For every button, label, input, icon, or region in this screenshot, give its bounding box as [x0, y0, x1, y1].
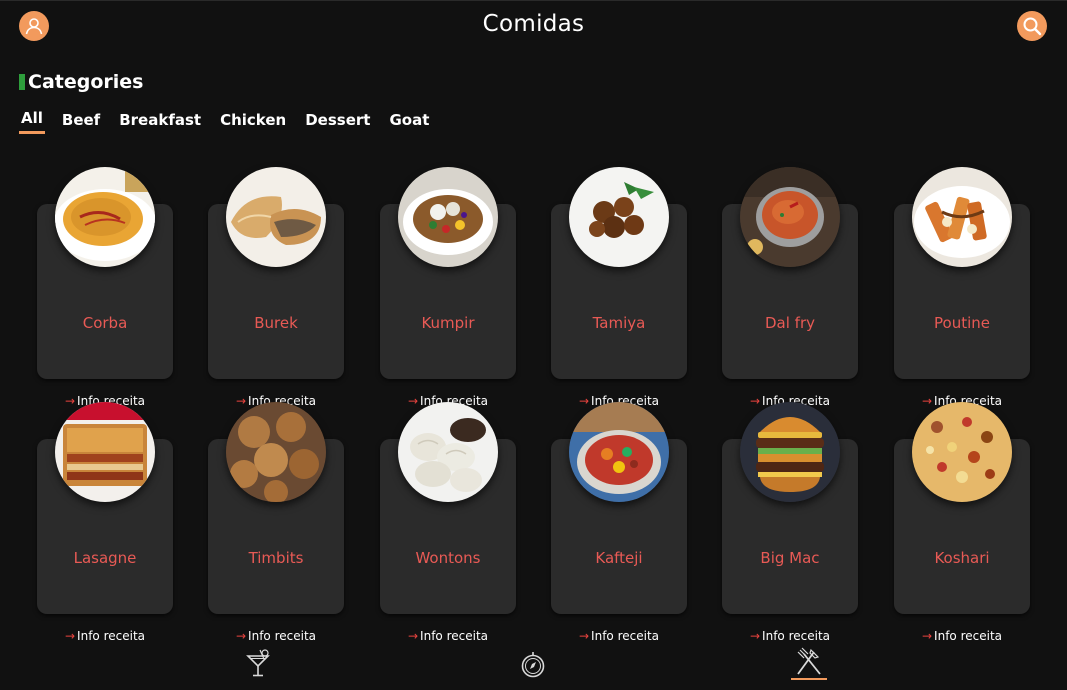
recipe-image [912, 167, 1012, 267]
category-tabs: All Beef Breakfast Chicken Dessert Goat [19, 109, 446, 134]
nav-drinks[interactable] [240, 646, 276, 686]
info-link[interactable]: → Info receita [551, 629, 687, 643]
recipe-card-lasagne[interactable]: Lasagne → Info receita [37, 402, 173, 643]
arrow-right-icon: → [64, 629, 76, 643]
info-link-label: Info receita [934, 629, 1002, 643]
recipe-card-burek[interactable]: Burek → Info receita [208, 167, 344, 408]
recipe-image [55, 167, 155, 267]
info-link-label: Info receita [420, 629, 488, 643]
categories-title: Categories [28, 71, 144, 93]
recipe-image [569, 167, 669, 267]
recipe-image [398, 402, 498, 502]
recipe-card-dal-fry[interactable]: Dal fry → Info receita [722, 167, 858, 408]
app-screen: Comidas Categories All Beef Breakfast Ch… [0, 0, 1067, 690]
compass-icon [521, 652, 545, 678]
cocktail-icon [246, 649, 270, 677]
recipe-name: Tamiya [592, 314, 646, 332]
recipe-card-kafteji[interactable]: Kafteji → Info receita [551, 402, 687, 643]
recipe-card-koshari[interactable]: Koshari → Info receita [894, 402, 1030, 643]
recipe-name: Dal fry [764, 314, 815, 332]
info-link-label: Info receita [248, 629, 316, 643]
recipe-name: Kumpir [421, 314, 475, 332]
info-link[interactable]: → Info receita [208, 629, 344, 643]
arrow-right-icon: → [235, 629, 247, 643]
info-link-label: Info receita [591, 629, 659, 643]
recipe-image [912, 402, 1012, 502]
recipe-card-poutine[interactable]: Poutine → Info receita [894, 167, 1030, 408]
recipe-image [55, 402, 155, 502]
tab-chicken[interactable]: Chicken [218, 111, 288, 134]
recipe-card-timbits[interactable]: Timbits → Info receita [208, 402, 344, 643]
recipe-name: Lasagne [73, 549, 137, 567]
active-nav-indicator [791, 678, 827, 680]
arrow-right-icon: → [921, 629, 933, 643]
search-button[interactable] [1017, 11, 1047, 41]
recipe-image [226, 167, 326, 267]
recipe-card-corba[interactable]: Corba → Info receita [37, 167, 173, 408]
tab-beef[interactable]: Beef [60, 111, 102, 134]
bottom-navigation [0, 646, 1067, 690]
page-title: Comidas [482, 11, 585, 37]
recipe-image [740, 167, 840, 267]
recipe-name: Timbits [248, 549, 304, 567]
info-link[interactable]: → Info receita [380, 629, 516, 643]
recipe-name: Poutine [934, 314, 990, 332]
section-marker [19, 74, 25, 90]
info-link[interactable]: → Info receita [37, 629, 173, 643]
categories-header: Categories [19, 71, 143, 93]
tab-all[interactable]: All [19, 109, 45, 134]
recipe-name: Kafteji [595, 549, 643, 567]
recipe-image [398, 167, 498, 267]
recipe-name: Big Mac [760, 549, 820, 567]
info-link-label: Info receita [762, 629, 830, 643]
fork-knife-icon [797, 647, 821, 675]
tab-dessert[interactable]: Dessert [303, 111, 372, 134]
arrow-right-icon: → [578, 629, 590, 643]
recipe-card-wontons[interactable]: Wontons → Info receita [380, 402, 516, 643]
search-icon [1023, 17, 1042, 36]
arrow-right-icon: → [749, 629, 761, 643]
recipe-name: Burek [254, 314, 298, 332]
recipe-name: Koshari [934, 549, 990, 567]
nav-foods[interactable] [791, 646, 827, 686]
tab-breakfast[interactable]: Breakfast [117, 111, 203, 134]
info-link-label: Info receita [77, 629, 145, 643]
tab-goat[interactable]: Goat [387, 111, 431, 134]
recipe-card-kumpir[interactable]: Kumpir → Info receita [380, 167, 516, 408]
recipe-image [226, 402, 326, 502]
info-link[interactable]: → Info receita [894, 629, 1030, 643]
recipe-image [569, 402, 669, 502]
nav-explore[interactable] [515, 646, 551, 686]
recipe-card-tamiya[interactable]: Tamiya → Info receita [551, 167, 687, 408]
arrow-right-icon: → [407, 629, 419, 643]
recipe-name: Corba [82, 314, 128, 332]
recipe-card-big-mac[interactable]: Big Mac → Info receita [722, 402, 858, 643]
recipe-image [740, 402, 840, 502]
recipe-name: Wontons [415, 549, 481, 567]
info-link[interactable]: → Info receita [722, 629, 858, 643]
